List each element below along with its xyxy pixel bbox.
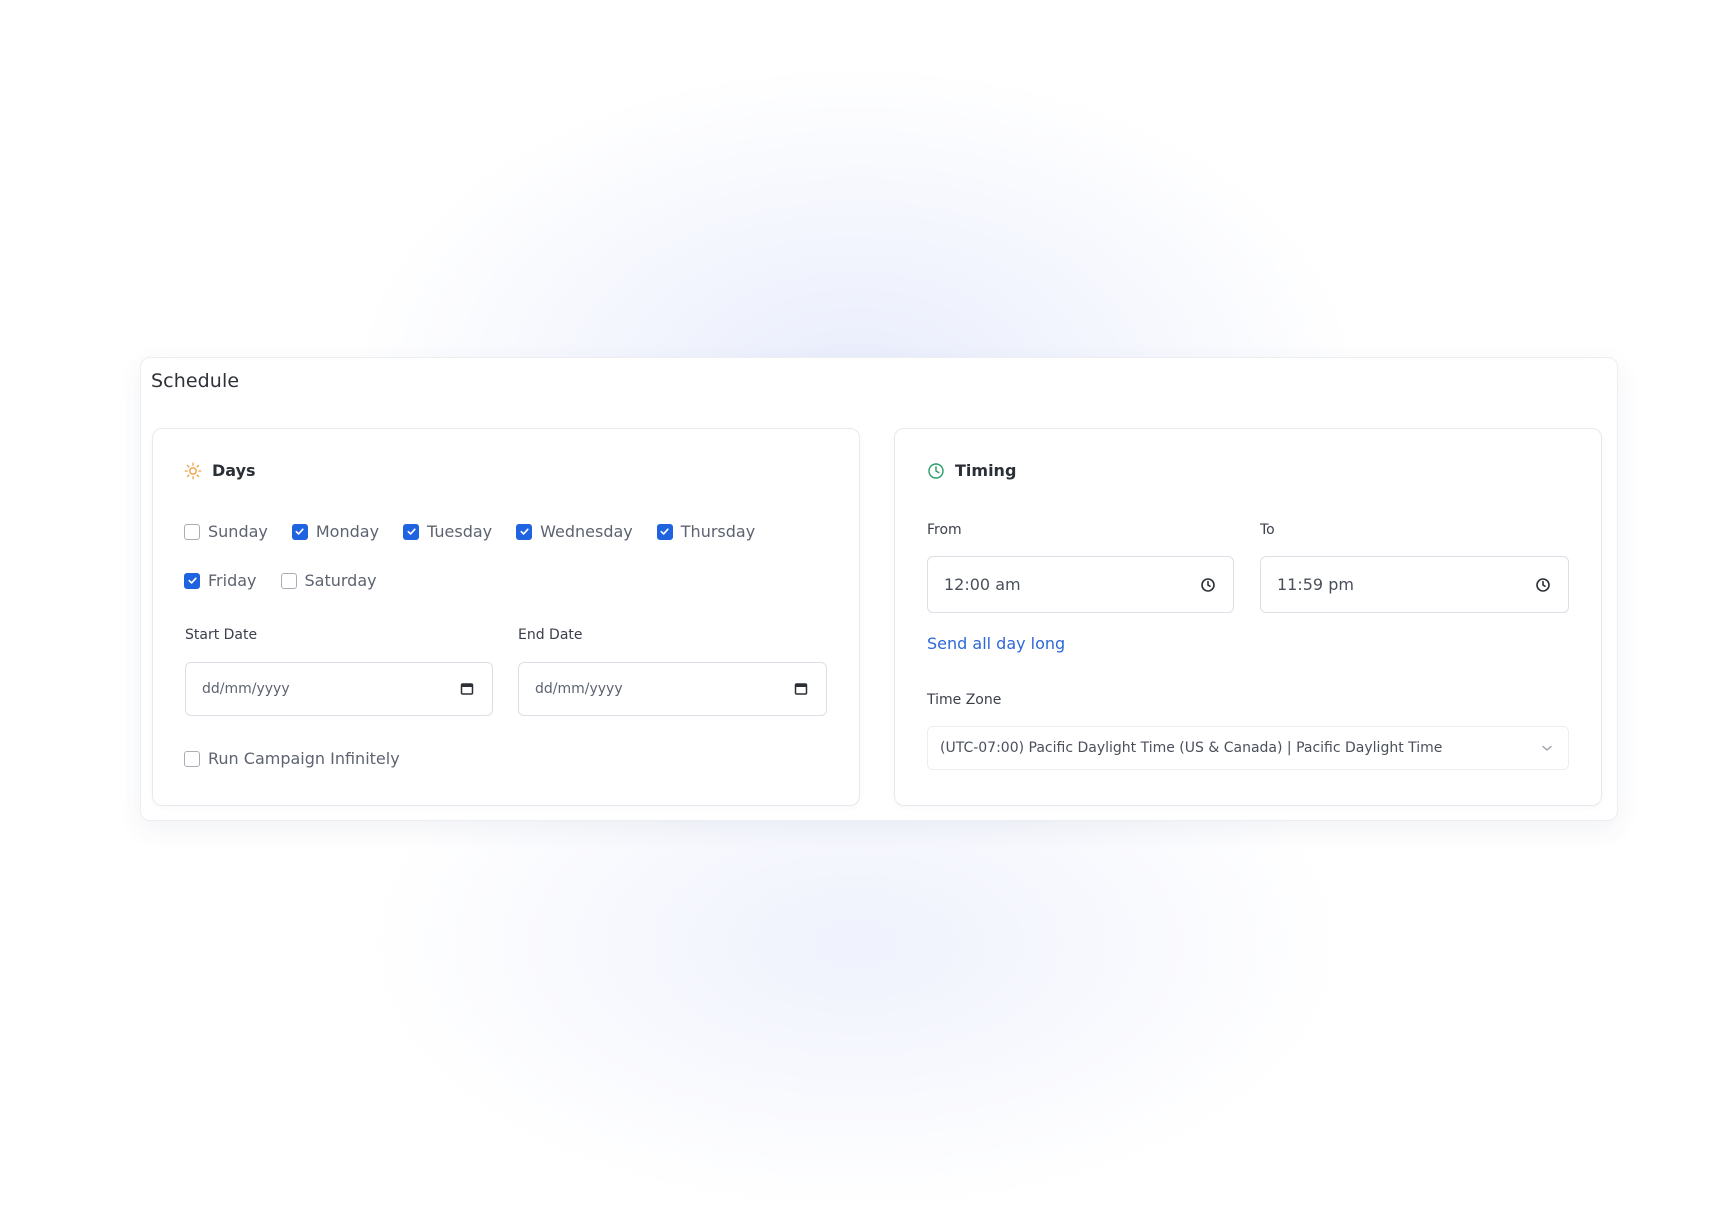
saturday-checkbox[interactable]	[280, 572, 297, 589]
sun-icon	[184, 462, 202, 480]
from-time-input[interactable]: 12:00 am	[927, 556, 1234, 613]
timing-panel: Timing From 12:00 am To 11:59 pm Send al…	[894, 428, 1602, 806]
wednesday-checkbox[interactable]	[516, 523, 533, 540]
run-infinitely-option[interactable]: Run Campaign Infinitely	[184, 749, 400, 768]
day-label: Wednesday	[540, 522, 633, 541]
day-tuesday[interactable]: Tuesday	[403, 522, 492, 541]
day-label: Sunday	[208, 522, 268, 541]
day-sunday[interactable]: Sunday	[184, 522, 268, 541]
page-background: Schedule Days Sunday Monday Tuesday Wedn…	[0, 0, 1712, 1211]
day-label: Tuesday	[427, 522, 493, 541]
clock-icon[interactable]	[1199, 576, 1217, 594]
day-label: Thursday	[680, 522, 756, 541]
calendar-icon[interactable]	[458, 680, 476, 698]
time-zone-label: Time Zone	[927, 692, 1002, 708]
to-time-value: 11:59 pm	[1277, 575, 1354, 594]
start-date-placeholder: dd/mm/yyyy	[202, 681, 290, 697]
end-date-label: End Date	[518, 627, 583, 643]
days-header: Days	[184, 461, 256, 480]
sunday-checkbox[interactable]	[184, 523, 200, 540]
day-thursday[interactable]: Thursday	[656, 522, 756, 541]
days-row-1: Sunday Monday Tuesday Wednesday Thursday	[184, 522, 779, 541]
to-time-input[interactable]: 11:59 pm	[1260, 556, 1569, 613]
end-date-input[interactable]: dd/mm/yyyy	[518, 662, 827, 716]
day-monday[interactable]: Monday	[291, 522, 380, 541]
days-title: Days	[212, 461, 256, 480]
run-infinitely-checkbox[interactable]	[184, 750, 200, 767]
day-label: Friday	[208, 571, 257, 590]
to-label: To	[1260, 522, 1275, 538]
monday-checkbox[interactable]	[291, 523, 308, 540]
tuesday-checkbox[interactable]	[403, 523, 420, 540]
day-saturday[interactable]: Saturday	[280, 571, 377, 590]
clock-icon[interactable]	[1534, 576, 1552, 594]
time-zone-value: (UTC-07:00) Pacific Daylight Time (US & …	[940, 740, 1443, 756]
time-zone-select[interactable]: (UTC-07:00) Pacific Daylight Time (US & …	[927, 726, 1569, 770]
days-row-2: Friday Saturday	[184, 571, 401, 590]
end-date-placeholder: dd/mm/yyyy	[535, 681, 623, 697]
run-infinitely-label: Run Campaign Infinitely	[208, 749, 400, 768]
timing-header: Timing	[927, 461, 1016, 480]
day-label: Saturday	[304, 571, 377, 590]
day-wednesday[interactable]: Wednesday	[516, 522, 633, 541]
chevron-down-icon[interactable]	[1538, 739, 1556, 757]
run-infinitely-row: Run Campaign Infinitely	[184, 749, 424, 768]
thursday-checkbox[interactable]	[656, 523, 673, 540]
schedule-title: Schedule	[151, 370, 240, 392]
friday-checkbox[interactable]	[184, 572, 200, 589]
day-friday[interactable]: Friday	[184, 571, 257, 590]
from-time-value: 12:00 am	[944, 575, 1021, 594]
clock-icon	[927, 462, 945, 480]
send-all-day-link[interactable]: Send all day long	[927, 634, 1065, 653]
calendar-icon[interactable]	[792, 680, 810, 698]
schedule-card: Schedule Days Sunday Monday Tuesday Wedn…	[140, 357, 1618, 821]
days-panel: Days Sunday Monday Tuesday Wednesday Thu…	[152, 428, 860, 806]
from-label: From	[927, 522, 962, 538]
start-date-label: Start Date	[185, 627, 258, 643]
start-date-input[interactable]: dd/mm/yyyy	[185, 662, 493, 716]
day-label: Monday	[315, 522, 380, 541]
timing-title: Timing	[955, 461, 1017, 480]
